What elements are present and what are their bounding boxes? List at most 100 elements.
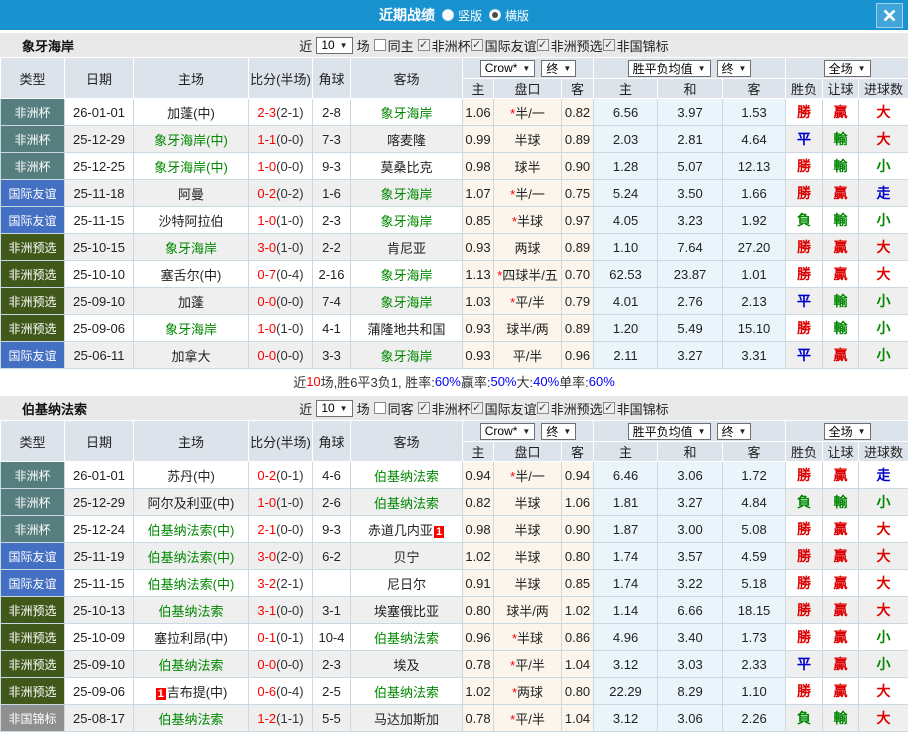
team-label: 蒲隆地共和国 bbox=[367, 321, 446, 337]
mean-draw-cell: 3.00 bbox=[657, 515, 724, 543]
competition-filter[interactable]: 非洲预选 bbox=[536, 399, 603, 418]
corner-cell: 9-3 bbox=[312, 152, 351, 180]
match-date-cell: 25-11-15 bbox=[64, 569, 134, 597]
odds-home-cell: 0.78 bbox=[462, 650, 494, 678]
handicap-label: 球半/两 bbox=[506, 603, 549, 619]
fulltime-score: 0-7 bbox=[257, 266, 277, 282]
handicap-label: 半球 bbox=[514, 549, 541, 565]
mean-draw-cell: 3.97 bbox=[657, 98, 724, 126]
result-goals-cell: 走 bbox=[858, 461, 908, 489]
layout-vertical-option[interactable]: 竖版 bbox=[441, 7, 482, 24]
odds-source-select[interactable]: Crow* ▼ bbox=[479, 422, 536, 440]
match-date-cell: 25-10-15 bbox=[64, 233, 134, 261]
odds-away-cell: 0.97 bbox=[560, 206, 595, 234]
corner-cell: 4-6 bbox=[312, 461, 351, 489]
col-score: 比分(半场) bbox=[248, 420, 313, 462]
odds-stage-select[interactable]: 终 ▼ bbox=[541, 422, 577, 440]
scope-select[interactable]: 全场 ▼ bbox=[823, 422, 871, 440]
odds-stage-value: 终 bbox=[546, 424, 559, 439]
odds-stage-select[interactable]: 终 ▼ bbox=[541, 59, 577, 77]
mean-type-select[interactable]: 胜平负均值 ▼ bbox=[627, 59, 711, 77]
competition-checkbox[interactable] bbox=[417, 402, 430, 414]
handicap-cell: 球半/两 bbox=[493, 314, 562, 342]
mean-stage-select[interactable]: 终 ▼ bbox=[716, 422, 752, 440]
competition-filter[interactable]: 非洲杯 bbox=[417, 399, 471, 418]
competition-filter[interactable]: 国际友谊 bbox=[470, 399, 537, 418]
away-team-cell: 贝宁 bbox=[350, 542, 463, 570]
competition-filter-list: 非洲杯国际友谊非洲预选非国锦标 bbox=[417, 36, 669, 55]
corner-cell: 2-2 bbox=[312, 233, 351, 261]
mean-home-cell: 1.28 bbox=[593, 152, 659, 180]
chevron-down-icon: ▼ bbox=[339, 40, 348, 50]
away-team-cell: 喀麦隆 bbox=[350, 125, 463, 153]
same-venue-filter[interactable]: 同主 bbox=[373, 36, 414, 55]
mean-home-cell: 22.29 bbox=[593, 677, 659, 705]
team-section: 伯基纳法索 近 10 ▼ 场 同客 非洲杯国际友谊非洲预选非国锦标 bbox=[0, 396, 908, 732]
col-handicap: 盘口 bbox=[493, 441, 562, 462]
col-corner: 角球 bbox=[312, 420, 351, 462]
result-goals-cell: 大 bbox=[858, 98, 908, 126]
layout-horizontal-option[interactable]: 横版 bbox=[489, 7, 529, 24]
mean-away-cell: 2.33 bbox=[722, 650, 787, 678]
odds-away-cell: 0.85 bbox=[560, 569, 595, 597]
same-venue-checkbox[interactable] bbox=[373, 402, 386, 414]
odds-home-cell: 1.07 bbox=[462, 179, 494, 207]
team-label: 伯基纳法索 bbox=[373, 495, 439, 511]
competition-checkbox[interactable] bbox=[417, 39, 430, 51]
same-venue-checkbox[interactable] bbox=[373, 39, 386, 51]
team-label: 伯基纳法索 bbox=[373, 468, 439, 484]
result-handicap-cell: 贏 bbox=[822, 542, 860, 570]
competition-filter[interactable]: 国际友谊 bbox=[470, 36, 537, 55]
competition-filter[interactable]: 非洲预选 bbox=[536, 36, 603, 55]
fulltime-score: 3-0 bbox=[257, 239, 277, 255]
home-team-cell: 象牙海岸(中) bbox=[133, 125, 249, 153]
mean-stage-value: 终 bbox=[721, 61, 734, 76]
scope-group-header: 全场 ▼ bbox=[785, 57, 908, 79]
red-card-badge: 1 bbox=[155, 687, 166, 700]
competition-checkbox[interactable] bbox=[470, 39, 483, 51]
handicap-cell: 平/半 bbox=[493, 341, 562, 369]
scope-select[interactable]: 全场 ▼ bbox=[823, 59, 871, 77]
match-row: 非洲预选 25-09-06 1 吉布提(中) 0-6(0-4) 2-5 伯基纳法索 1.02 *… bbox=[0, 677, 908, 705]
team-label: 加蓬 bbox=[177, 294, 204, 310]
competition-filter[interactable]: 非国锦标 bbox=[602, 36, 669, 55]
handicap-label: 半/一 bbox=[515, 186, 545, 202]
mean-stage-select[interactable]: 终 ▼ bbox=[716, 59, 752, 77]
odds-source-select[interactable]: Crow* ▼ bbox=[479, 59, 536, 77]
competition-checkbox[interactable] bbox=[536, 39, 549, 51]
radio-unselected-icon[interactable] bbox=[441, 9, 454, 21]
competition-label: 非洲杯 bbox=[431, 38, 471, 54]
match-count-select[interactable]: 10 ▼ bbox=[316, 399, 353, 417]
same-venue-filter[interactable]: 同客 bbox=[373, 399, 414, 418]
mean-away-cell: 1.72 bbox=[722, 461, 787, 489]
result-goals-cell: 大 bbox=[858, 260, 908, 288]
handicap-cell: *半/一 bbox=[493, 179, 562, 207]
radio-selected-icon[interactable] bbox=[489, 9, 501, 21]
handicap-label: 半球 bbox=[514, 522, 541, 538]
scope-value: 全场 bbox=[828, 424, 853, 439]
col-odds-away: 客 bbox=[560, 441, 595, 462]
home-team-cell: 塞拉利昂(中) bbox=[133, 623, 249, 651]
handicap-cell: *半球 bbox=[493, 623, 562, 651]
match-count-select[interactable]: 10 ▼ bbox=[316, 36, 353, 54]
fulltime-score: 0-6 bbox=[257, 683, 277, 699]
odds-home-cell: 0.99 bbox=[462, 125, 494, 153]
competition-filter[interactable]: 非国锦标 bbox=[602, 399, 669, 418]
odds-away-cell: 1.02 bbox=[560, 596, 595, 624]
mean-draw-cell: 3.03 bbox=[657, 650, 724, 678]
result-goals-cell: 小 bbox=[858, 650, 908, 678]
competition-filter[interactable]: 非洲杯 bbox=[417, 36, 471, 55]
close-button[interactable] bbox=[876, 3, 903, 28]
competition-checkbox[interactable] bbox=[470, 402, 483, 414]
result-wdl-cell: 勝 bbox=[785, 569, 824, 597]
match-row: 非洲预选 25-10-09 塞拉利昂(中) 0-1(0-1) 10-4 伯基纳法索 0.96… bbox=[0, 623, 908, 651]
competition-checkbox[interactable] bbox=[602, 39, 615, 51]
score-cell: 1-0(1-0) bbox=[248, 488, 313, 516]
handicap-cell: 球半/两 bbox=[493, 596, 562, 624]
mean-type-select[interactable]: 胜平负均值 ▼ bbox=[627, 422, 711, 440]
team-label: 阿尔及利亚(中) bbox=[147, 495, 235, 511]
mean-home-cell: 62.53 bbox=[593, 260, 659, 288]
odds-away-cell: 1.04 bbox=[560, 650, 595, 678]
competition-checkbox[interactable] bbox=[536, 402, 549, 414]
competition-checkbox[interactable] bbox=[602, 402, 615, 414]
